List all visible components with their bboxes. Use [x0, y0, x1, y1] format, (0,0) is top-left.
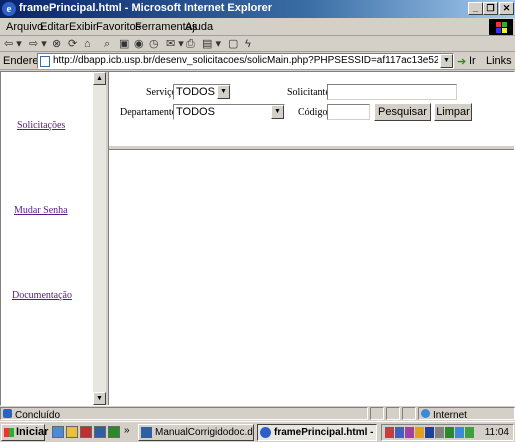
print-icon[interactable]: ⎙ [186, 38, 195, 51]
menu-editar[interactable]: Editar [40, 21, 69, 33]
status-cell [386, 407, 400, 420]
tray-icon[interactable] [435, 427, 444, 438]
word-icon[interactable] [94, 426, 106, 438]
task-label: framePrincipal.html - ... [274, 427, 377, 438]
tray-icon[interactable] [415, 427, 424, 438]
address-url[interactable]: http://dbapp.icb.usp.br/desenv_solicitac… [53, 55, 438, 66]
ie-icon [260, 427, 271, 438]
mail-icon[interactable]: ✉ ▾ [166, 38, 184, 51]
system-tray: 11:04 [381, 424, 514, 441]
tray-icon[interactable] [405, 427, 414, 438]
go-arrow-icon[interactable]: ➔ [457, 55, 466, 68]
edit-icon[interactable]: ▤ ▾ [202, 38, 221, 51]
home-icon[interactable]: ⌂ [84, 38, 91, 51]
toolbar: ⇦ ▾ ⇨ ▾ ⊗ ⟳ ⌂ ⌕ ▣ ◉ ◷ ✉ ▾ ⎙ ▤ ▾ ▢ ϟ [0, 37, 515, 52]
departamento-value: TODOS [176, 106, 215, 118]
windows-flag-icon [4, 428, 14, 437]
chevron-down-icon[interactable]: ▼ [271, 105, 284, 119]
menu-bar: Arquivo Editar Exibir Favoritos Ferramen… [0, 18, 515, 36]
chevron-down-icon[interactable]: ▼ [217, 85, 230, 99]
start-button[interactable]: Iniciar [1, 424, 49, 441]
tray-icon[interactable] [465, 427, 474, 438]
links-button[interactable]: Links [486, 55, 512, 67]
solicitante-label: Solicitante: [287, 87, 333, 98]
status-zone: Internet [418, 407, 515, 421]
pesquisar-button[interactable]: Pesquisar [374, 103, 431, 121]
stop-icon[interactable]: ⊗ [52, 38, 61, 51]
word-doc-icon [141, 427, 152, 438]
left-frame-scrollbar[interactable]: ▲ ▼ [93, 72, 106, 405]
page-done-icon [3, 409, 12, 418]
scroll-down-icon[interactable]: ▼ [93, 392, 106, 405]
menu-ajuda[interactable]: Ajuda [185, 21, 213, 33]
outlook-icon[interactable] [108, 426, 120, 438]
taskbar: Iniciar » ManualCorrigidodoc.doc -... fr… [0, 421, 515, 442]
departamento-select[interactable]: TODOS ▼ [173, 104, 285, 120]
codigo-label: Código: [298, 107, 331, 118]
ie-quicklaunch-icon[interactable] [52, 426, 64, 438]
status-text: Concluído [15, 410, 61, 421]
status-cell [402, 407, 416, 420]
zone-text: Internet [433, 410, 467, 421]
discuss-icon[interactable]: ▢ [228, 38, 238, 51]
start-label: Iniciar [16, 426, 49, 438]
scroll-up-icon[interactable]: ▲ [93, 72, 106, 85]
search-icon[interactable]: ⌕ [104, 38, 110, 51]
ie-icon: e [2, 2, 16, 16]
limpar-button[interactable]: Limpar [434, 103, 472, 121]
task-manual[interactable]: ManualCorrigidodoc.doc -... [138, 424, 254, 441]
chevron-down-icon[interactable]: ▼ [440, 54, 453, 68]
link-documentacao[interactable]: Documentação [12, 290, 72, 301]
tray-icon[interactable] [445, 427, 454, 438]
media-icon[interactable]: ◉ [134, 38, 144, 51]
task-frameprincipal[interactable]: framePrincipal.html - ... [257, 424, 377, 441]
back-icon[interactable]: ⇦ ▾ [4, 38, 22, 51]
task-label: ManualCorrigidodoc.doc -... [155, 427, 254, 438]
tray-icon[interactable] [395, 427, 404, 438]
acrobat-icon[interactable] [80, 426, 92, 438]
page-icon [40, 56, 50, 67]
close-button[interactable]: ✕ [499, 2, 514, 15]
title-bar: e framePrincipal.html - Microsoft Intern… [0, 0, 515, 18]
globe-icon [421, 409, 430, 418]
tray-icon[interactable] [425, 427, 434, 438]
status-main: Concluído [0, 407, 368, 421]
left-frame: Solicitações Mudar Senha Documentação [1, 72, 93, 405]
browser-content: Solicitações Mudar Senha Documentação ▲ … [0, 71, 515, 406]
search-frame: Serviço: TODOS ▼ Solicitante: Departamen… [109, 72, 514, 146]
clock: 11:04 [484, 427, 509, 438]
tray-icon[interactable] [455, 427, 464, 438]
link-mudar-senha[interactable]: Mudar Senha [14, 205, 68, 216]
departamento-label: Departamento: [120, 107, 180, 118]
refresh-icon[interactable]: ⟳ [68, 38, 77, 51]
status-cell [370, 407, 384, 420]
servico-select[interactable]: TODOS ▼ [173, 84, 231, 100]
results-frame [109, 150, 514, 405]
menu-exibir[interactable]: Exibir [69, 21, 97, 33]
more-icon[interactable]: » [124, 425, 130, 436]
codigo-input[interactable] [327, 104, 370, 120]
menu-arquivo[interactable]: Arquivo [6, 21, 43, 33]
go-button[interactable]: Ir [469, 55, 476, 67]
servico-value: TODOS [176, 86, 215, 98]
minimize-button[interactable]: _ [468, 2, 483, 15]
messenger-icon[interactable]: ϟ [245, 38, 251, 51]
maximize-button[interactable]: ❐ [483, 2, 498, 15]
desktop-icon[interactable] [66, 426, 78, 438]
status-bar: Concluído Internet [0, 406, 515, 421]
favorites-icon[interactable]: ▣ [119, 38, 129, 51]
solicitante-input[interactable] [327, 84, 457, 100]
address-input[interactable]: http://dbapp.icb.usp.br/desenv_solicitac… [37, 53, 454, 69]
address-bar: Endereço http://dbapp.icb.usp.br/desenv_… [0, 52, 515, 70]
link-solicitacoes[interactable]: Solicitações [17, 120, 65, 131]
forward-icon[interactable]: ⇨ ▾ [29, 38, 47, 51]
tray-icon[interactable] [385, 427, 394, 438]
windows-logo-icon [489, 19, 513, 35]
window-title: framePrincipal.html - Microsoft Internet… [19, 2, 273, 14]
history-icon[interactable]: ◷ [149, 38, 159, 51]
